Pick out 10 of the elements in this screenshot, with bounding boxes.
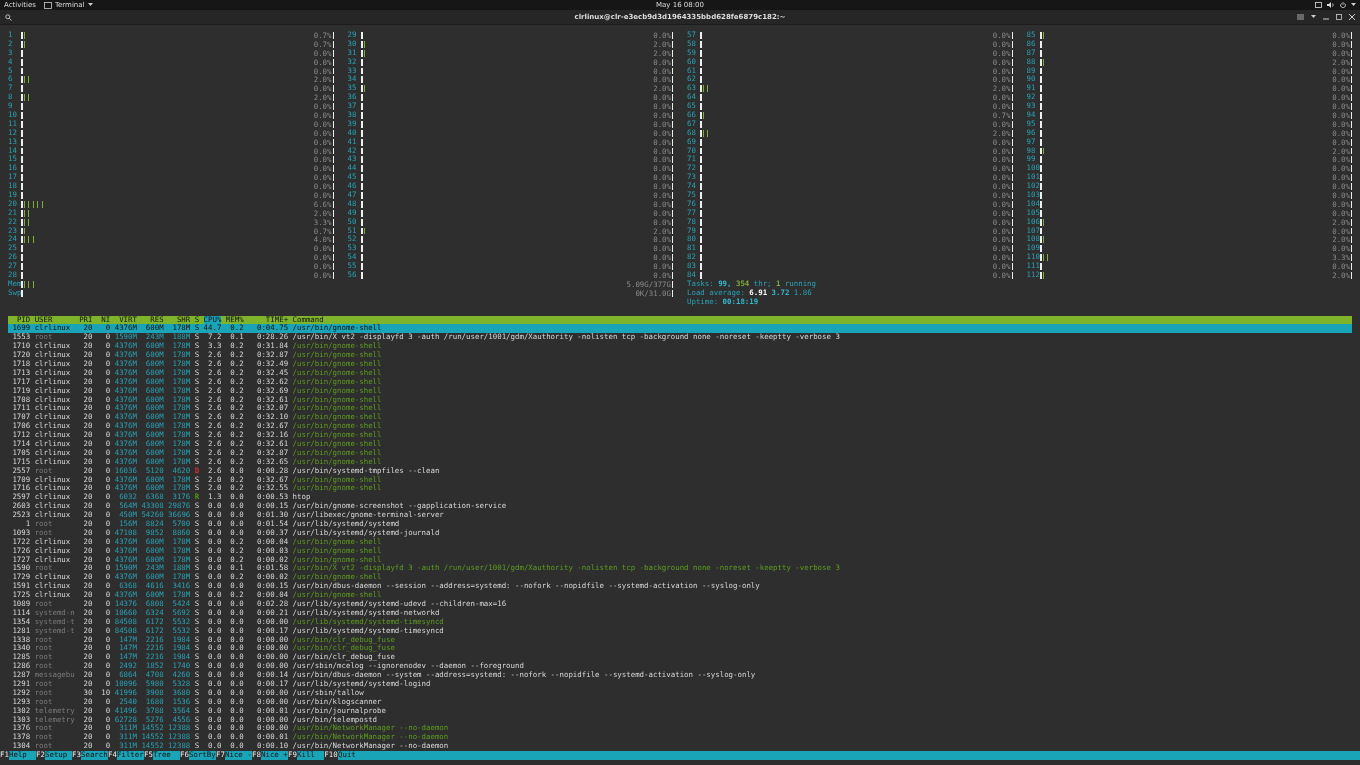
caret-icon <box>87 3 93 7</box>
caret-icon[interactable] <box>1351 3 1356 7</box>
caret-icon[interactable] <box>1311 15 1316 19</box>
terminal-icon <box>43 1 52 9</box>
search-icon[interactable] <box>5 13 12 21</box>
maximize-icon[interactable] <box>1336 14 1342 20</box>
power-icon[interactable] <box>1340 2 1346 8</box>
close-icon[interactable] <box>1349 14 1355 20</box>
speaker-icon[interactable] <box>1327 2 1335 8</box>
window-icon[interactable] <box>1315 2 1322 8</box>
